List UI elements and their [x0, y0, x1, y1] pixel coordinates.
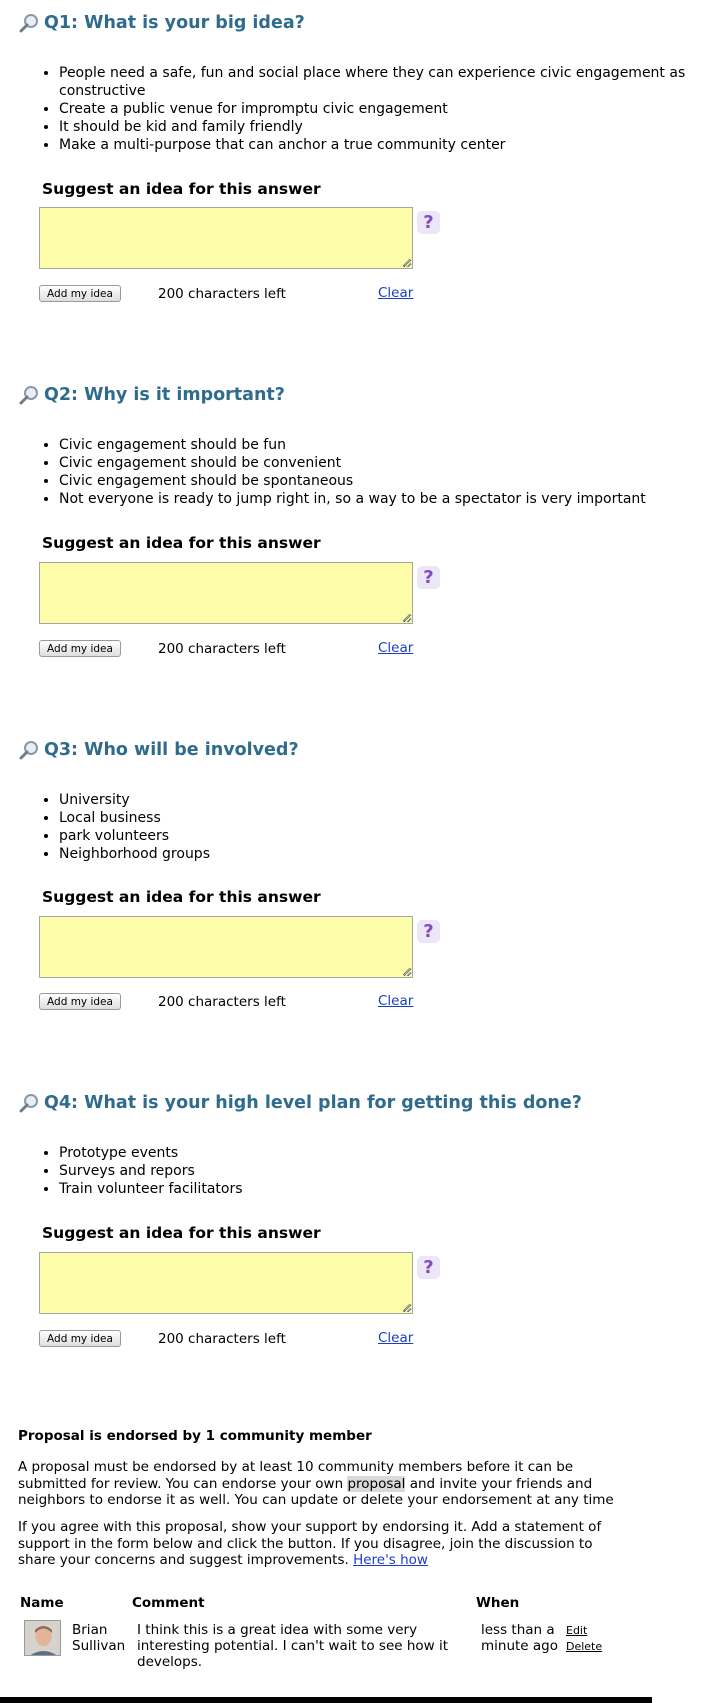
chars-left-counter: 200 characters left — [158, 286, 286, 302]
clear-link-q3[interactable]: Clear — [378, 993, 413, 1009]
help-icon[interactable]: ? — [417, 566, 440, 589]
add-idea-button-q3[interactable]: Add my idea — [39, 993, 121, 1010]
footer-bar — [0, 1697, 652, 1703]
add-idea-button-q2[interactable]: Add my idea — [39, 640, 121, 657]
column-header-name: Name — [20, 1595, 64, 1611]
endorsement-info-text: A proposal must be endorsed by at least … — [18, 1459, 618, 1509]
answer-item: Civic engagement should be spontaneous — [59, 472, 699, 490]
suggest-label: Suggest an idea for this answer — [42, 180, 321, 198]
idea-input-q3[interactable] — [39, 916, 413, 978]
endorsement-time: less than a minute ago — [481, 1622, 559, 1654]
magnifier-icon — [18, 385, 40, 405]
answer-item: People need a safe, fun and social place… — [59, 64, 699, 100]
endorser-name: Brian Sullivan — [72, 1622, 126, 1654]
clear-link-q1[interactable]: Clear — [378, 285, 413, 301]
answer-item: Not everyone is ready to jump right in, … — [59, 490, 699, 508]
chars-left-counter: 200 characters left — [158, 1331, 286, 1347]
avatar — [24, 1620, 61, 1656]
question-title-q4: Q4: What is your high level plan for get… — [18, 1093, 582, 1113]
answer-item: University — [59, 791, 699, 809]
answer-item: Civic engagement should be fun — [59, 436, 699, 454]
answer-item: Prototype events — [59, 1144, 699, 1162]
question-title-q2: Q2: Why is it important? — [18, 385, 285, 405]
answer-item: park volunteers — [59, 827, 699, 845]
question-title-text: Q1: What is your big idea? — [44, 13, 305, 33]
answer-item: Local business — [59, 809, 699, 827]
help-icon[interactable]: ? — [417, 920, 440, 943]
suggest-label: Suggest an idea for this answer — [42, 1224, 321, 1242]
answer-item: Make a multi-purpose that can anchor a t… — [59, 136, 699, 154]
highlighted-word: proposal — [347, 1475, 406, 1492]
endorsement-instructions: If you agree with this proposal, show yo… — [18, 1519, 618, 1569]
answer-item: Surveys and repors — [59, 1162, 699, 1180]
question-title-q1: Q1: What is your big idea? — [18, 13, 305, 33]
endorsement-title: Proposal is endorsed by 1 community memb… — [18, 1428, 372, 1444]
clear-link-q4[interactable]: Clear — [378, 1330, 413, 1346]
idea-input-q4[interactable] — [39, 1252, 413, 1314]
answer-item: Train volunteer facilitators — [59, 1180, 699, 1198]
edit-link[interactable]: Edit — [566, 1624, 587, 1637]
answer-list-q4: Prototype events Surveys and repors Trai… — [40, 1144, 699, 1198]
question-title-text: Q4: What is your high level plan for get… — [44, 1093, 582, 1113]
chars-left-counter: 200 characters left — [158, 641, 286, 657]
endorsement-comment: I think this is a great idea with some v… — [137, 1622, 449, 1670]
answer-item: Civic engagement should be convenient — [59, 454, 699, 472]
answer-item: Neighborhood groups — [59, 845, 699, 863]
answer-item: It should be kid and family friendly — [59, 118, 699, 136]
answer-item: Create a public venue for impromptu civi… — [59, 100, 699, 118]
heres-how-link[interactable]: Here's how — [353, 1552, 428, 1568]
magnifier-icon — [18, 1093, 40, 1113]
magnifier-icon — [18, 13, 40, 33]
idea-input-q2[interactable] — [39, 562, 413, 624]
clear-link-q2[interactable]: Clear — [378, 640, 413, 656]
magnifier-icon — [18, 740, 40, 760]
idea-input-q1[interactable] — [39, 207, 413, 269]
question-title-text: Q3: Who will be involved? — [44, 740, 299, 760]
question-title-text: Q2: Why is it important? — [44, 385, 285, 405]
column-header-comment: Comment — [132, 1595, 205, 1611]
add-idea-button-q1[interactable]: Add my idea — [39, 285, 121, 302]
answer-list-q2: Civic engagement should be fun Civic eng… — [40, 436, 699, 508]
answer-list-q3: University Local business park volunteer… — [40, 791, 699, 863]
answer-list-q1: People need a safe, fun and social place… — [40, 64, 699, 154]
help-icon[interactable]: ? — [417, 211, 440, 234]
help-icon[interactable]: ? — [417, 1256, 440, 1279]
chars-left-counter: 200 characters left — [158, 994, 286, 1010]
question-title-q3: Q3: Who will be involved? — [18, 740, 299, 760]
add-idea-button-q4[interactable]: Add my idea — [39, 1330, 121, 1347]
delete-link[interactable]: Delete — [566, 1640, 602, 1653]
column-header-when: When — [476, 1595, 520, 1611]
suggest-label: Suggest an idea for this answer — [42, 888, 321, 906]
suggest-label: Suggest an idea for this answer — [42, 534, 321, 552]
instructions-text: If you agree with this proposal, show yo… — [18, 1519, 602, 1568]
